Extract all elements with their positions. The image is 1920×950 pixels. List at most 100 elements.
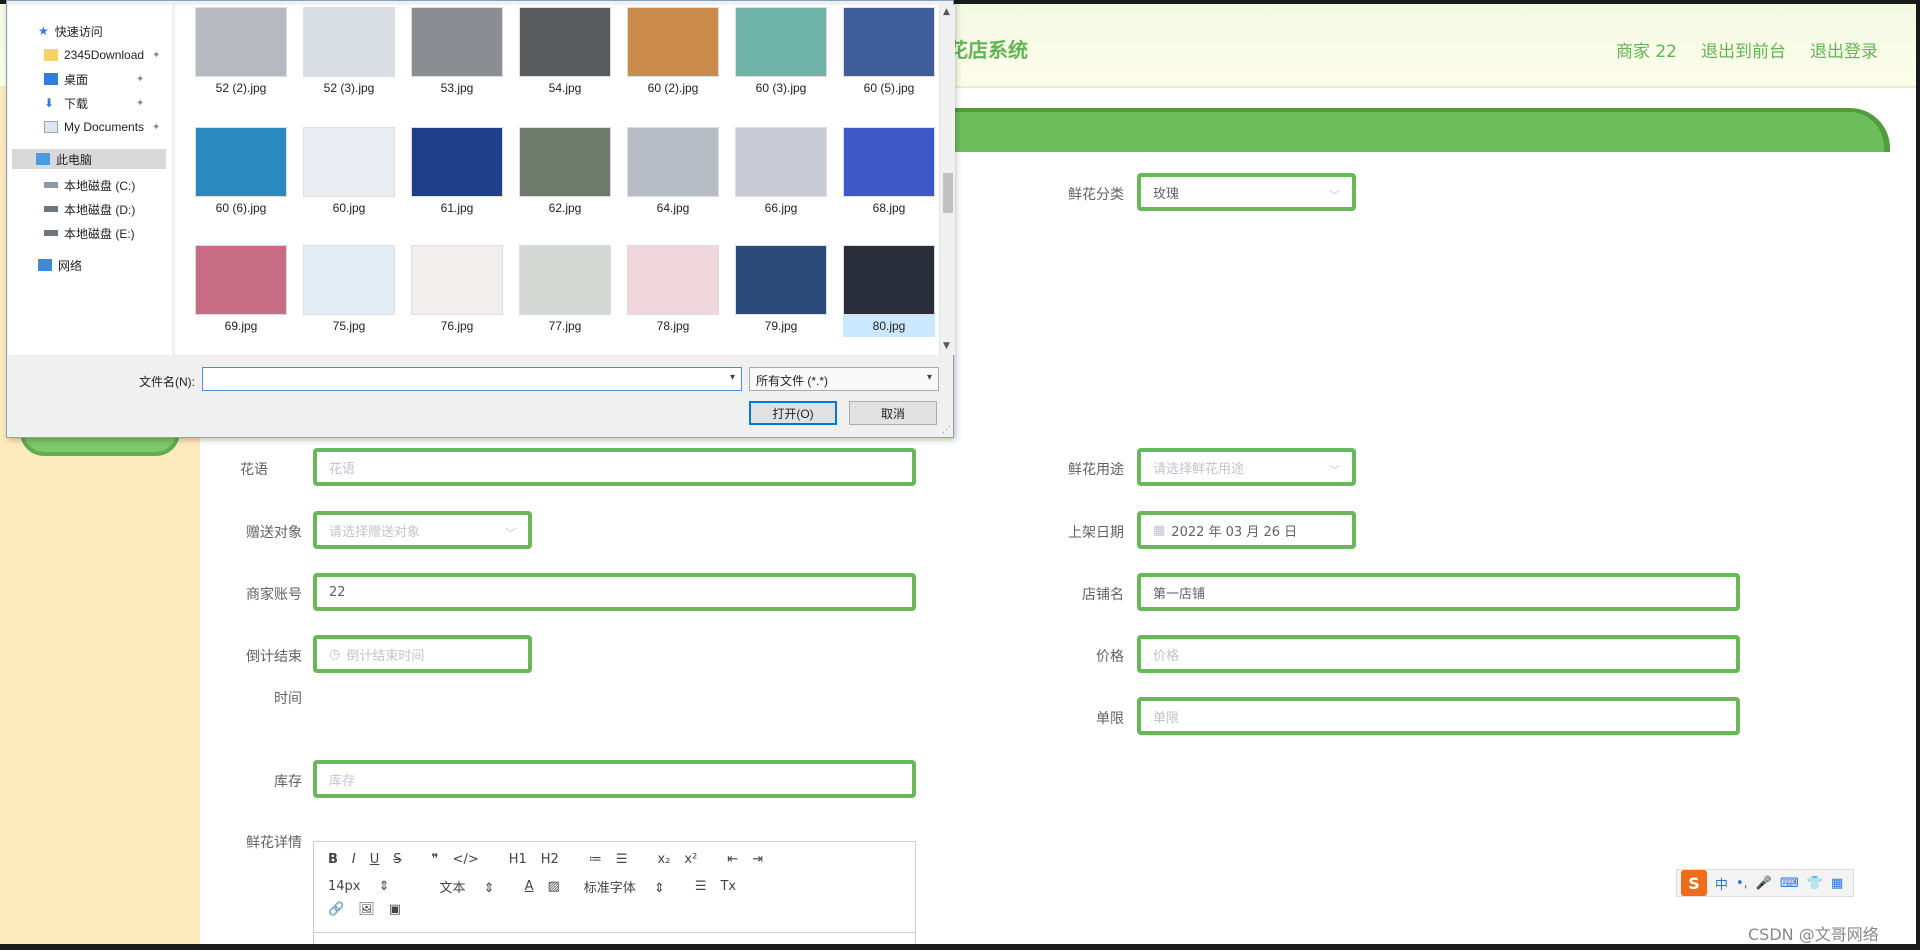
file-thumbnail[interactable]: 64.jpg xyxy=(627,127,719,219)
category-select[interactable]: 玫瑰 ﹀ xyxy=(1137,173,1356,211)
usage-select[interactable]: 请选择鲜花用途 ﹀ xyxy=(1137,448,1356,486)
resize-grip-icon[interactable]: ⋰ xyxy=(942,425,951,435)
date-picker[interactable]: ▦ 2022 年 03 月 26 日 xyxy=(1137,511,1356,549)
tree-item-desktop[interactable]: 桌面 ✦ xyxy=(44,69,144,89)
keyboard-icon[interactable]: ⌨ xyxy=(1780,876,1799,891)
file-thumbnail[interactable]: 60.jpg xyxy=(303,127,395,219)
code-button[interactable]: </> xyxy=(453,852,479,867)
chevron-down-icon: ﹀ xyxy=(1329,189,1340,202)
filename-input[interactable]: ▾ xyxy=(202,367,742,391)
align-icon[interactable]: ☰ xyxy=(695,879,707,894)
language-input[interactable]: 花语 xyxy=(313,448,916,486)
tree-item-2345download[interactable]: 2345Download ✦ xyxy=(44,45,160,65)
indent-button[interactable]: ⇥ xyxy=(752,852,763,867)
ordered-list-button[interactable]: ≔ xyxy=(589,852,602,867)
h2-button[interactable]: H2 xyxy=(541,852,559,867)
dialog-scrollbar[interactable]: ▲ ▼ xyxy=(939,5,955,355)
nav-merchant-link[interactable]: 商家 22 xyxy=(1616,37,1677,62)
outdent-button[interactable]: ⇤ xyxy=(727,852,738,867)
category-value: 玫瑰 xyxy=(1153,186,1180,202)
file-thumbnail[interactable]: 53.jpg xyxy=(411,7,503,99)
tree-network[interactable]: 网络 xyxy=(38,255,82,275)
date-label: 上架日期 xyxy=(1068,525,1124,541)
ime-chinese-toggle[interactable]: 中 xyxy=(1715,874,1728,893)
shop-input[interactable]: 第一店铺 xyxy=(1137,573,1740,611)
nav-logout-link[interactable]: 退出登录 xyxy=(1810,37,1878,62)
file-thumbnail[interactable]: 60 (2).jpg xyxy=(627,7,719,99)
filetype-select[interactable]: 所有文件 (*.*) ▾ xyxy=(749,367,939,391)
file-thumbnail[interactable]: 54.jpg xyxy=(519,7,611,99)
font-size-select[interactable]: 14px ⇕ xyxy=(328,879,390,894)
link-icon[interactable]: 🔗 xyxy=(328,902,344,917)
form-banner xyxy=(952,108,1890,152)
scroll-down-icon[interactable]: ▼ xyxy=(943,341,950,351)
file-thumbnail[interactable]: 77.jpg xyxy=(519,245,611,337)
tree-item-downloads[interactable]: ⬇ 下载 ✦ xyxy=(44,93,144,113)
h1-button[interactable]: H1 xyxy=(509,852,527,867)
file-thumbnail[interactable]: 76.jpg xyxy=(411,245,503,337)
strike-button[interactable]: S xyxy=(393,852,401,867)
file-thumbnail[interactable]: 68.jpg xyxy=(843,127,935,219)
tree-label: My Documents xyxy=(64,120,145,134)
file-name: 80.jpg xyxy=(872,319,906,333)
text-style-select[interactable]: 文本 ⇕ xyxy=(440,877,495,896)
font-color-icon[interactable]: A xyxy=(525,879,534,894)
file-thumbnail[interactable]: 60 (5).jpg xyxy=(843,7,935,99)
file-thumbnail[interactable]: 69.jpg xyxy=(195,245,287,337)
gift-label: 赠送对象 xyxy=(246,525,302,541)
ime-punctuation-icon[interactable]: •, xyxy=(1736,876,1748,891)
scroll-up-icon[interactable]: ▲ xyxy=(943,7,950,17)
apps-icon[interactable]: ▦ xyxy=(1831,876,1843,891)
countdown-picker[interactable]: ◷ 倒计结束时间 xyxy=(313,635,532,673)
thumbnail-image xyxy=(627,7,719,77)
rich-text-editor[interactable]: B I U S ❞ </> H1 H2 ≔ ☰ x₂ x² ⇤ ⇥ 14px ⇕… xyxy=(313,841,916,950)
file-name: 60 (2).jpg xyxy=(647,81,699,95)
text-style-value: 文本 xyxy=(439,881,466,896)
tree-quick-access[interactable]: ★ 快速访问 xyxy=(38,21,103,41)
tree-drive-d[interactable]: 本地磁盘 (D:) xyxy=(44,199,135,219)
video-icon[interactable]: ▣ xyxy=(389,902,401,917)
file-thumbnail[interactable]: 75.jpg xyxy=(303,245,395,337)
nav-back-frontend-link[interactable]: 退出到前台 xyxy=(1701,37,1786,62)
bullet-list-button[interactable]: ☰ xyxy=(616,852,628,867)
file-thumbnail[interactable]: 78.jpg xyxy=(627,245,719,337)
tree-drive-c[interactable]: 本地磁盘 (C:) xyxy=(44,175,135,195)
limit-input[interactable]: 单限 xyxy=(1137,697,1740,735)
file-thumbnail[interactable]: 79.jpg xyxy=(735,245,827,337)
italic-button[interactable]: I xyxy=(352,852,356,867)
chevron-down-icon[interactable]: ▾ xyxy=(730,372,735,383)
subscript-button[interactable]: x₂ xyxy=(657,852,670,867)
background-color-icon[interactable]: ▨ xyxy=(547,879,559,894)
tree-label: 桌面 xyxy=(64,72,89,87)
cancel-button[interactable]: 取消 xyxy=(849,401,937,425)
stock-input[interactable]: 库存 xyxy=(313,760,916,798)
font-family-select[interactable]: 标准字体 ⇕ xyxy=(584,877,665,896)
superscript-button[interactable]: x² xyxy=(684,852,697,867)
clear-format-icon[interactable]: Tx xyxy=(720,879,736,894)
file-thumbnail[interactable]: 60 (3).jpg xyxy=(735,7,827,99)
file-thumbnail[interactable]: 80.jpg xyxy=(843,245,935,337)
file-thumbnail[interactable]: 61.jpg xyxy=(411,127,503,219)
blockquote-button[interactable]: ❞ xyxy=(432,852,439,867)
file-thumbnail[interactable]: 62.jpg xyxy=(519,127,611,219)
image-icon[interactable]: 🖼 xyxy=(358,902,375,917)
scrollbar-thumb[interactable] xyxy=(943,173,953,213)
gift-select[interactable]: 请选择赠送对象 ﹀ xyxy=(313,511,532,549)
tree-drive-e[interactable]: 本地磁盘 (E:) xyxy=(44,223,135,243)
underline-button[interactable]: U xyxy=(370,852,380,867)
microphone-icon[interactable]: 🎤 xyxy=(1756,876,1772,891)
merchant-input[interactable]: 22 xyxy=(313,573,916,611)
file-thumbnail[interactable]: 66.jpg xyxy=(735,127,827,219)
file-thumbnail[interactable]: 60 (6).jpg xyxy=(195,127,287,219)
category-label: 鲜花分类 xyxy=(1068,187,1124,203)
skin-icon[interactable]: 👕 xyxy=(1807,876,1823,891)
open-button[interactable]: 打开(O) xyxy=(749,401,837,425)
price-input[interactable]: 价格 xyxy=(1137,635,1740,673)
tree-this-pc[interactable]: 此电脑 xyxy=(12,149,166,169)
tree-item-my-documents[interactable]: My Documents ✦ xyxy=(44,117,160,137)
file-thumbnail[interactable]: 52 (3).jpg xyxy=(303,7,395,99)
ime-toolbar[interactable]: S 中 •, 🎤 ⌨ 👕 ▦ xyxy=(1676,869,1854,897)
file-thumbnail[interactable]: 52 (2).jpg xyxy=(195,7,287,99)
thumbnail-image xyxy=(411,7,503,77)
bold-button[interactable]: B xyxy=(328,852,338,867)
